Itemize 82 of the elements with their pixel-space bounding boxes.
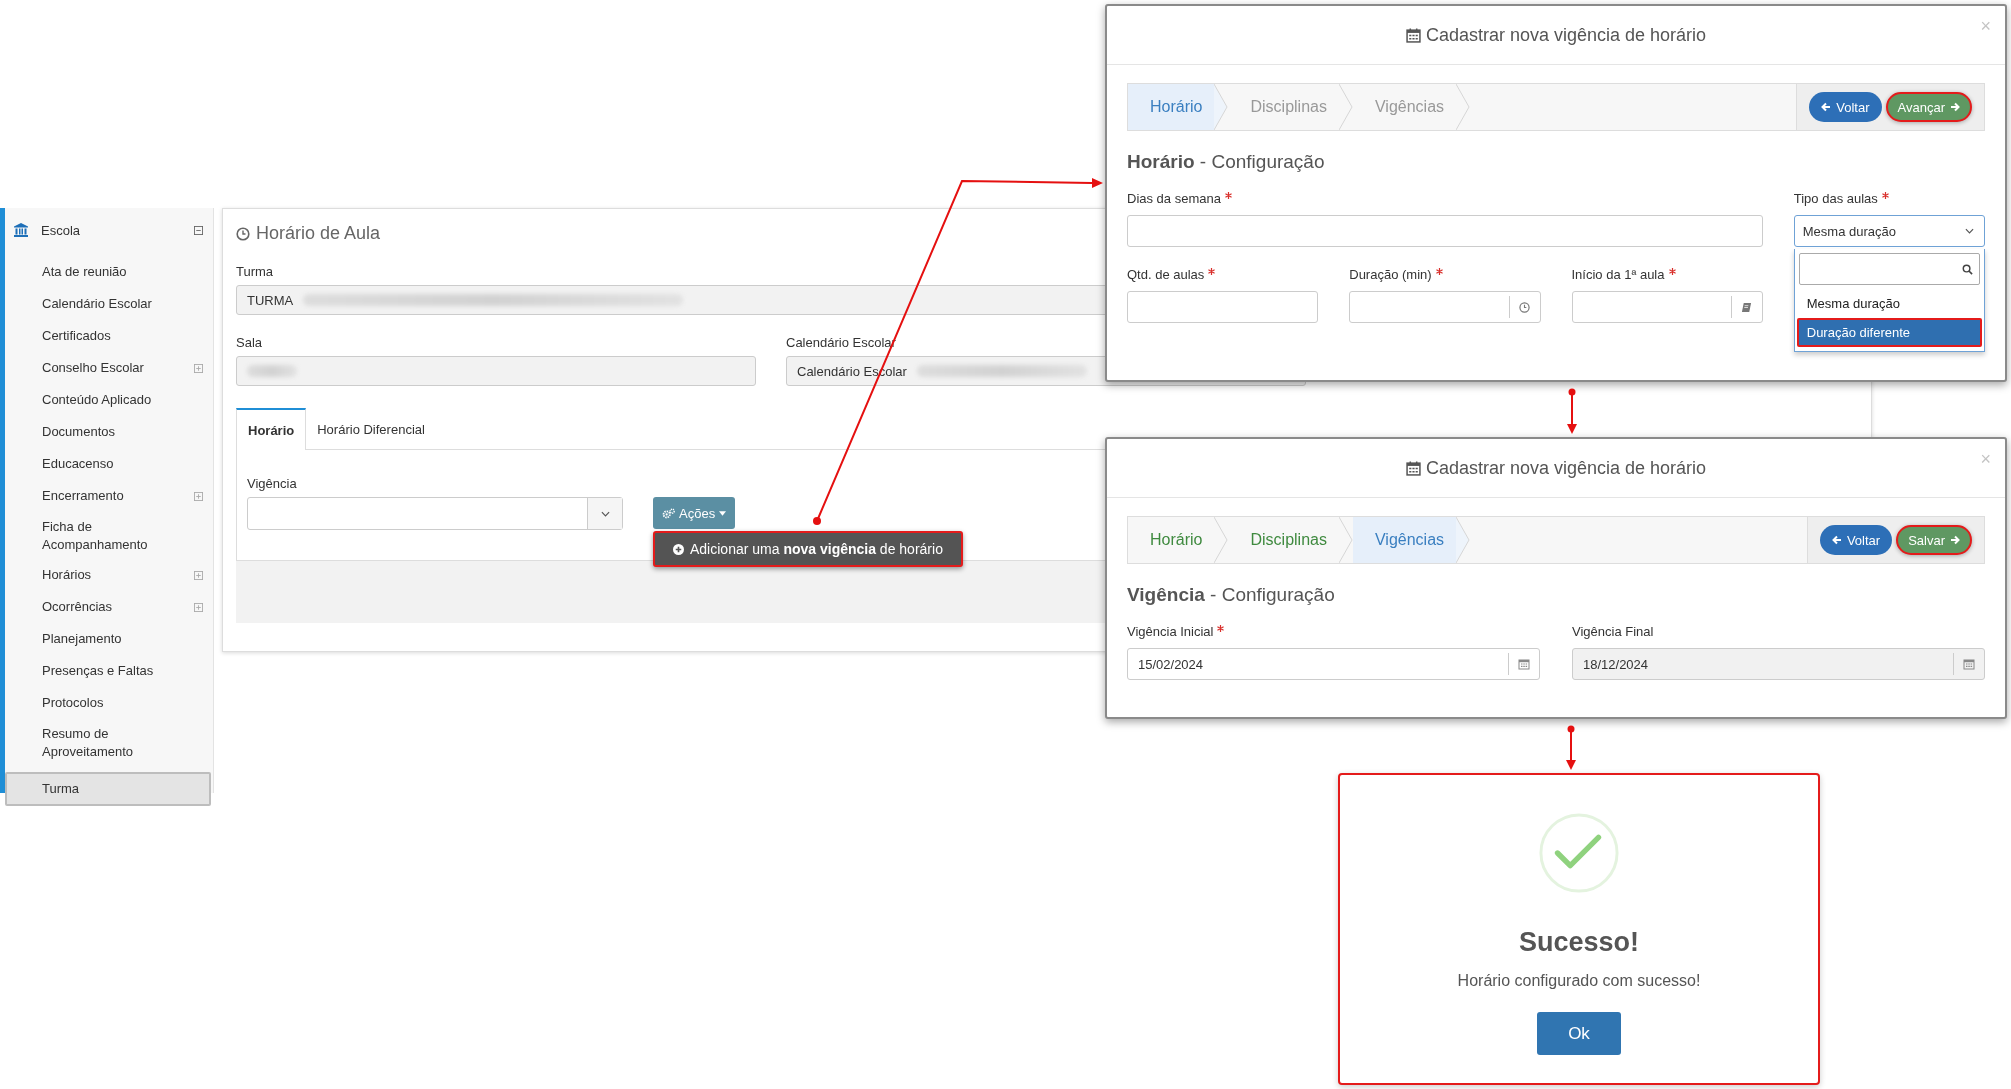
collapse-icon[interactable] <box>194 225 203 235</box>
check-icon <box>1538 812 1620 894</box>
input-field[interactable] <box>1127 291 1319 323</box>
search-icon <box>1962 263 1973 275</box>
arrow-left-icon <box>1821 102 1832 112</box>
select-field[interactable] <box>247 497 623 530</box>
bank-icon <box>13 222 29 238</box>
clock-icon <box>1519 301 1530 313</box>
sidebar-item[interactable]: Ocorrências <box>5 591 213 624</box>
back-button[interactable]: Voltar <box>1809 92 1882 122</box>
tab[interactable]: Horário <box>236 408 307 450</box>
expand-icon[interactable] <box>194 570 203 580</box>
menu-item[interactable]: Adicionar uma nova vigência de horário <box>653 531 963 567</box>
blurred-text <box>247 365 297 377</box>
field-label: Turma <box>236 264 274 279</box>
chevron-down-icon <box>1965 228 1974 234</box>
chevron-down-icon <box>600 510 610 517</box>
callout-arrow <box>1567 388 1577 434</box>
field-label: Vigência Inicial <box>1127 624 1214 639</box>
sidebar-item[interactable]: Conselho Escolar <box>5 352 213 384</box>
clock-icon <box>236 226 250 241</box>
search-field[interactable] <box>1798 253 1980 285</box>
arrow-right-icon <box>1950 535 1960 545</box>
sidebar-item[interactable]: Resumo de Aproveitamento <box>5 719 213 767</box>
sidebar-item[interactable]: Ata de reunião <box>5 256 213 288</box>
field-label: Duração (min) <box>1349 267 1432 282</box>
calendar-icon <box>1405 460 1421 476</box>
menu-section[interactable]: Escola <box>41 222 182 238</box>
modal-title: Cadastrar nova vigência de horário <box>1425 457 1707 479</box>
arrow-right-icon <box>1950 102 1960 112</box>
calendar-icon <box>1518 658 1530 670</box>
gears-icon <box>662 507 675 519</box>
field-label: Início da 1ª aula <box>1571 267 1665 282</box>
section-title: Horário - Configuração <box>1127 151 1326 173</box>
expand-icon[interactable] <box>194 363 203 373</box>
expand-icon[interactable] <box>194 602 203 612</box>
book-icon <box>1741 301 1753 313</box>
calendar-icon <box>1405 27 1421 43</box>
field-label: Vigência Final <box>1572 624 1654 639</box>
callout-arrow <box>1566 725 1576 770</box>
sidebar-item[interactable]: Encerramento <box>5 480 213 512</box>
sidebar-item[interactable]: Educacenso <box>5 448 213 480</box>
expand-icon[interactable] <box>194 491 203 501</box>
section-title: Vigência - Configuração <box>1127 584 1336 606</box>
sidebar-item[interactable]: Presenças e Faltas <box>5 655 213 688</box>
sidebar-item[interactable]: Calendário Escolar <box>5 288 213 320</box>
caret-icon <box>719 510 727 516</box>
sidebar-item[interactable]: Turma <box>5 772 211 806</box>
panel-title: Horário de Aula <box>256 223 381 244</box>
back-button[interactable]: Voltar <box>1819 525 1893 555</box>
wizard-step[interactable]: Vigências <box>1352 517 1457 563</box>
calendar-icon <box>1963 658 1975 670</box>
actions-button[interactable]: Ações <box>653 497 736 529</box>
arrow-left-icon <box>1831 535 1842 545</box>
sidebar-item[interactable]: Ficha de Acompanhamento <box>5 512 213 560</box>
input-field[interactable] <box>236 356 756 386</box>
dialog-title: Sucesso! <box>1518 927 1640 958</box>
sidebar-item[interactable]: Protocolos <box>5 687 213 720</box>
sidebar-item[interactable]: Horários <box>5 559 213 592</box>
tab[interactable]: Horário Diferencial <box>306 408 436 449</box>
sidebar-item[interactable]: Certificados <box>5 320 213 352</box>
field-label: Sala <box>236 335 263 350</box>
field-label: Tipo das aulas <box>1793 191 1878 206</box>
field-label: Vigência <box>247 476 297 491</box>
sidebar-item[interactable]: Documentos <box>5 416 213 448</box>
wizard-step[interactable]: Horário <box>1128 517 1215 563</box>
sidebar-item[interactable]: Planejamento <box>5 623 213 656</box>
sidebar-item[interactable]: Conteúdo Aplicado <box>5 384 213 416</box>
select-field[interactable]: Mesma duração <box>1793 215 1985 247</box>
input-field[interactable] <box>1127 215 1763 247</box>
ok-button[interactable]: Ok <box>1537 1012 1621 1055</box>
dropdown-option[interactable]: Duração diferente <box>1796 318 1982 347</box>
modal-title: Cadastrar nova vigência de horário <box>1425 24 1707 46</box>
field-label: Qtd. de aulas <box>1127 267 1205 282</box>
field-label: Dias da semana <box>1127 191 1221 206</box>
wizard-step[interactable]: Horário <box>1128 84 1215 130</box>
wizard-step[interactable]: Disciplinas <box>1228 517 1339 563</box>
input-field[interactable] <box>1349 291 1541 323</box>
plus-circle-icon <box>673 543 684 555</box>
input-field[interactable] <box>1571 291 1763 323</box>
dialog-message: Horário configurado com sucesso! <box>1457 972 1701 990</box>
input-field[interactable]: 15/02/2024 <box>1127 648 1540 680</box>
